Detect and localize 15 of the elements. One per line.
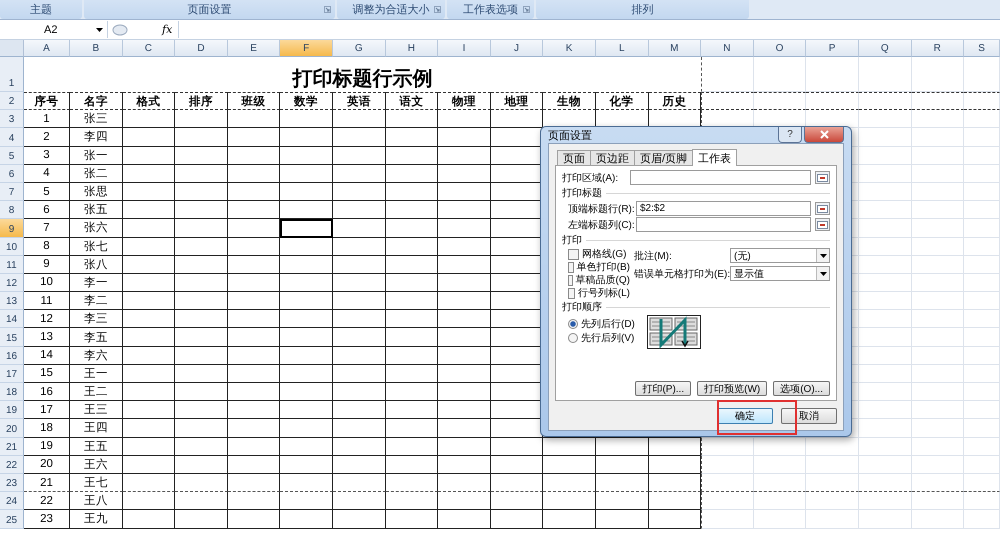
field-label: 错误单元格打印为(E): xyxy=(634,268,730,280)
group-label: 主题 xyxy=(30,2,52,17)
group-label: 排列 xyxy=(632,3,654,17)
sheet-title: 打印标题行示例 xyxy=(292,67,433,92)
section-heading: 打印顺序 xyxy=(562,300,602,314)
group-label: 调整为合适大小 xyxy=(352,3,430,17)
field-label: 批注(M): xyxy=(634,250,673,262)
dialog-title: 页面设置 xyxy=(548,128,592,142)
field-label: 打印区域(A): xyxy=(562,172,620,184)
section-heading: 打印标题 xyxy=(562,186,602,200)
group-label: 工作表选项 xyxy=(463,3,518,17)
field-label: 顶端标题行(R): xyxy=(568,202,632,216)
section-heading: 打印 xyxy=(562,234,582,247)
group-label: 页面设置 xyxy=(188,3,232,17)
field-label: 左端标题列(C): xyxy=(568,218,632,232)
